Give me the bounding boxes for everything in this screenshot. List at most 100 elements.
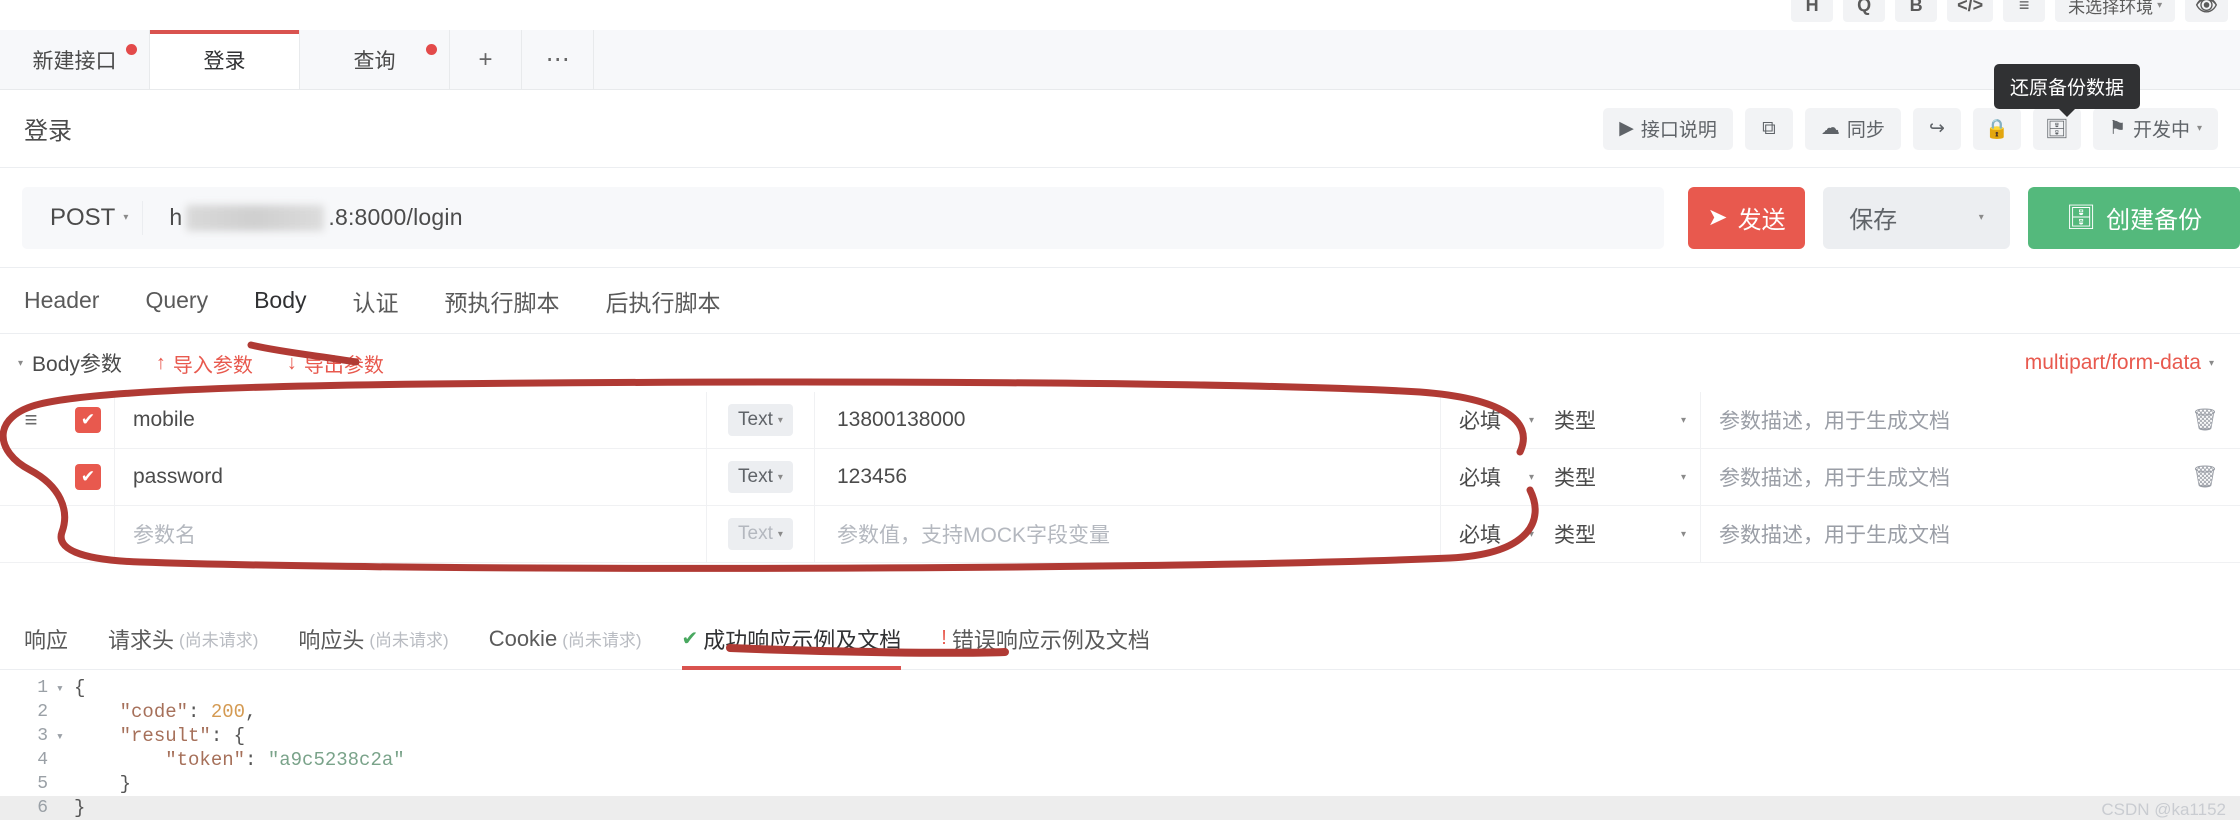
param-required-selector[interactable]: 必填 ▾ [1440,448,1548,506]
param-kind-selector[interactable]: 类型 ▾ [1548,506,1700,563]
chevron-down-icon: ▾ [1978,212,1984,223]
create-backup-button[interactable]: 🗄 创建备份 [2027,186,2240,249]
param-description-input[interactable]: 参数描述，用于生成文档 [1700,391,2170,449]
tab-success-example[interactable]: ✔ 成功响应示例及文档 [681,608,901,670]
param-kind-label: 类型 [1554,524,1596,547]
param-required-selector[interactable]: 必填 ▾ [1440,391,1548,449]
code-shortcut-button[interactable]: </> [1947,0,1994,22]
response-example-code[interactable]: 1 ▾ { 2 "code": 200, 3 ▾ "result": { 4 "… [0,670,2240,826]
param-required-selector[interactable]: 必填 ▾ [1440,505,1548,563]
http-method-selector[interactable]: POST ▾ [22,200,144,235]
send-button[interactable]: ➤ 发送 [1688,186,1806,249]
share-button[interactable]: ↪ [1912,107,1961,150]
delete-row-button[interactable]: 🗑 [2170,464,2240,490]
param-kind-label: 类型 [1554,410,1596,433]
lock-button[interactable]: 🔒 [1972,107,2021,150]
sync-label: 同步 [1846,120,1885,141]
body-params-header: ▾ Body参数 ↑ 导入参数 ↓ 导出参数 multipart/form-da… [0,334,2240,392]
tab-request-headers-sub: (尚未请求) [179,631,259,650]
fold-icon[interactable]: ▾ [56,729,74,744]
param-kind-selector[interactable]: 类型 ▾ [1548,449,1700,506]
param-name-input[interactable]: mobile [114,391,706,449]
code-line: 5 } [0,772,2240,796]
chevron-down-icon: ▾ [18,357,24,369]
tab-post-script-label: 后执行脚本 [605,289,721,316]
header-shortcut-button[interactable]: H [1791,0,1834,22]
plus-icon: + [478,45,493,73]
param-type-selector[interactable]: Text ▾ [706,448,814,506]
api-description-button[interactable]: ▶ 接口说明 [1603,107,1733,150]
tab-error-example[interactable]: ! 错误响应示例及文档 [941,608,1150,670]
tab-query-params[interactable]: Query [145,287,208,314]
param-description-input[interactable]: 参数描述，用于生成文档 [1700,448,2170,506]
chevron-down-icon: ▾ [1528,471,1534,483]
send-icon: ➤ [1707,204,1728,231]
tab-more[interactable]: ⋯ [522,30,594,89]
content-type-selector[interactable]: multipart/form-data ▾ [2025,351,2214,375]
drag-handle[interactable]: ≡ [0,407,62,433]
code-line: 6 } [0,796,2240,820]
param-type-selector[interactable]: Text ▾ [706,391,814,449]
tab-response-headers[interactable]: 响应头 (尚未请求) [298,608,448,670]
tab-login[interactable]: 登录 [150,30,300,89]
tab-error-example-label: 错误响应示例及文档 [951,627,1150,653]
tab-response[interactable]: 响应 [24,608,68,670]
url-prefix: h [169,204,183,230]
url-input-group[interactable]: POST ▾ h .8:8000/login [22,186,1664,249]
settings-shortcut-button[interactable]: ≡ [2003,0,2046,22]
code-line: 3 ▾ "result": { [0,724,2240,748]
row-enable-checkbox[interactable]: ✔ [62,407,114,433]
body-shortcut-button[interactable]: B [1895,0,1938,22]
fold-icon[interactable]: ▾ [56,681,74,696]
param-type-label: Text [738,409,773,430]
sync-button[interactable]: ☁ 同步 [1804,107,1901,150]
tab-add[interactable]: + [450,30,522,89]
param-name-input[interactable]: password [114,448,706,506]
more-horizontal-icon: ⋯ [545,46,570,73]
save-button[interactable]: 保存 ▾ [1823,186,2010,249]
api-status-selector[interactable]: ⚑ 开发中 ▾ [2092,107,2218,150]
param-kind-selector[interactable]: 类型 ▾ [1548,392,1700,449]
environment-selector[interactable]: 未选择环境 ▾ [2055,0,2176,22]
param-value-placeholder: 参数值，支持MOCK字段变量 [837,524,1110,547]
export-params-button[interactable]: ↓ 导出参数 [287,349,384,378]
tab-query[interactable]: 查询 [300,30,450,89]
query-shortcut-button[interactable]: Q [1843,0,1886,22]
param-value-input[interactable]: 参数值，支持MOCK字段变量 [814,505,1440,563]
tab-request-headers[interactable]: 请求头 (尚未请求) [108,608,258,670]
unsaved-dot-icon [126,44,137,55]
code-text: } [74,773,132,795]
tab-query-label: 查询 [353,49,396,73]
database-icon: 🗄 [2065,204,2097,231]
param-value-input[interactable]: 13800138000 [814,391,1440,449]
body-params-toggle[interactable]: ▾ Body参数 [18,348,122,378]
url-input[interactable]: h .8:8000/login [169,204,463,231]
url-suffix: .8:8000/login [328,204,463,230]
body-params-title: Body参数 [32,353,122,376]
play-icon: ▶ [1619,118,1634,139]
tab-pre-script[interactable]: 预执行脚本 [445,284,560,318]
row-enable-checkbox[interactable]: ✔ [62,464,114,490]
param-name-value: password [133,465,223,488]
copy-button[interactable]: ⧉ [1744,107,1793,150]
param-description-placeholder: 参数描述，用于生成文档 [1719,467,1950,490]
param-type-selector[interactable]: Text ▾ [706,505,814,563]
tab-body[interactable]: Body [254,287,306,314]
tab-auth[interactable]: 认证 [353,284,399,318]
tab-new-api[interactable]: 新建接口 [0,30,150,89]
param-description-input[interactable]: 参数描述，用于生成文档 [1700,505,2170,563]
tab-header[interactable]: Header [24,287,99,314]
tab-post-script[interactable]: 后执行脚本 [606,284,721,318]
line-number: 2 [37,702,48,722]
param-value-input[interactable]: 123456 [814,448,1440,506]
delete-row-button[interactable]: 🗑 [2170,407,2240,433]
line-number: 4 [37,750,48,770]
tab-cookie[interactable]: Cookie (尚未请求) [489,608,642,670]
chevron-down-icon: ▾ [777,414,783,426]
chevron-down-icon: ▾ [1680,471,1686,483]
preview-eye-button[interactable]: 👁 [2185,0,2228,22]
row-enable-checkbox[interactable] [62,521,114,547]
import-params-button[interactable]: ↑ 导入参数 [156,349,253,378]
check-icon: ✔ [75,464,101,490]
param-name-input[interactable]: 参数名 [114,505,706,563]
